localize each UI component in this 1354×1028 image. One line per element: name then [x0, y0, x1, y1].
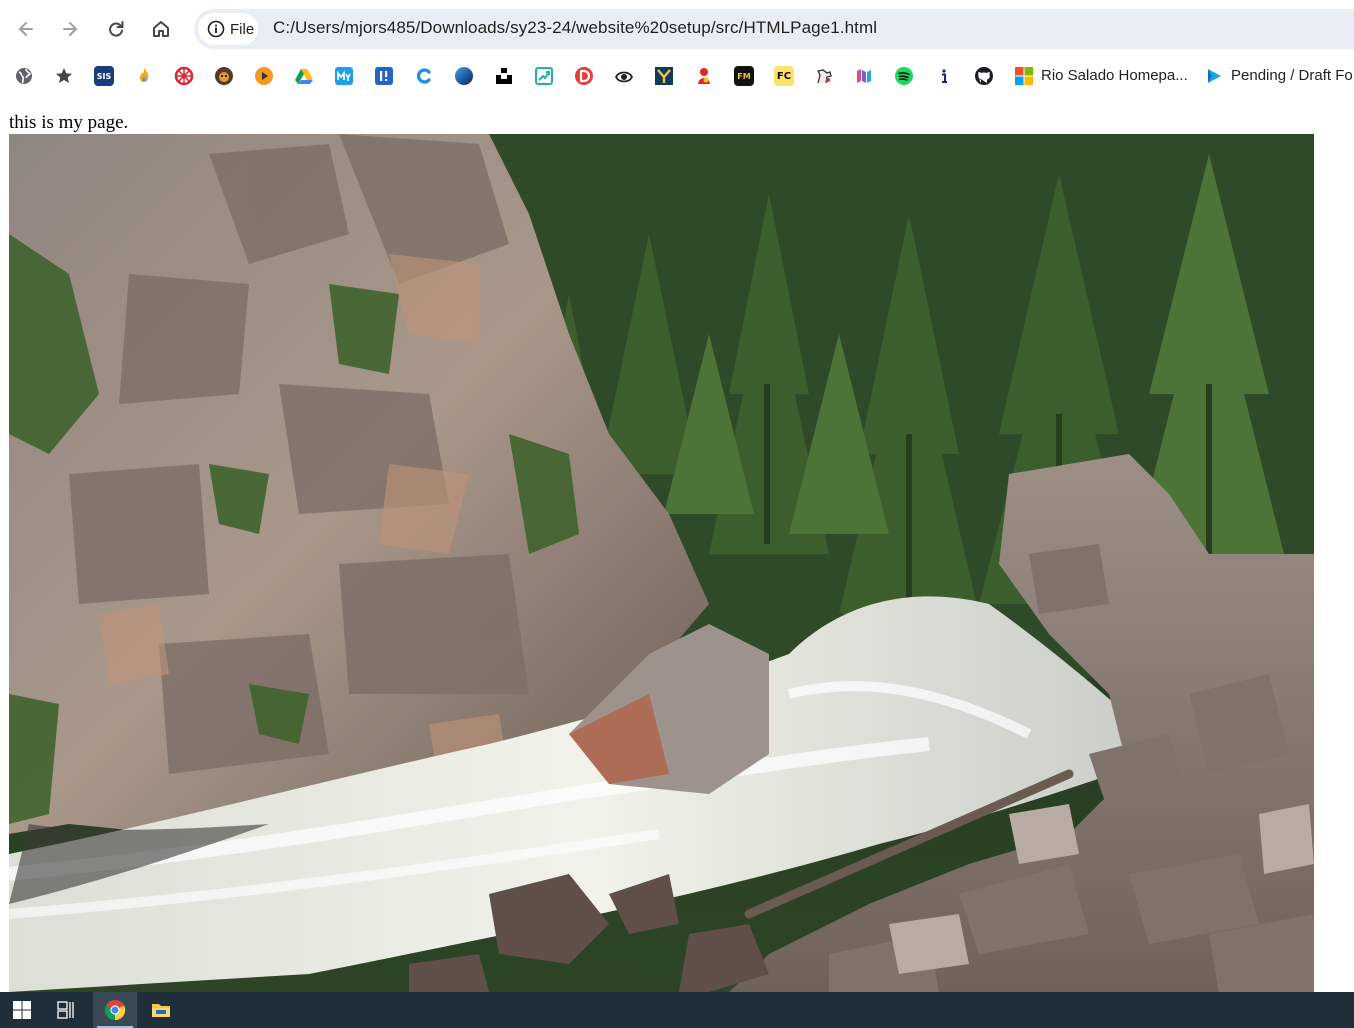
google-drive-icon: [295, 69, 313, 84]
horse-icon: [817, 69, 832, 84]
bookmark-info[interactable]: [933, 65, 955, 87]
bookmark-pending-label[interactable]: Pending / Draft Fo: [1231, 67, 1353, 84]
bookmark-y[interactable]: [653, 65, 675, 87]
bookmark-sis[interactable]: SIS: [93, 65, 115, 87]
my-icon: [335, 67, 353, 85]
dog-icon: [215, 67, 233, 85]
bookmark-dog[interactable]: [213, 65, 235, 87]
bookmark-unsplash[interactable]: [493, 65, 515, 87]
d-icon: [575, 67, 593, 85]
bookmark-rio-salado[interactable]: [1013, 65, 1035, 87]
reload-button[interactable]: [100, 13, 132, 45]
bookmark-d[interactable]: [573, 65, 595, 87]
star-icon: [56, 68, 72, 83]
bookmark-flame[interactable]: [133, 65, 155, 87]
taskbar-chrome[interactable]: [93, 992, 137, 1028]
bookmark-google-drive[interactable]: [293, 65, 315, 87]
bookmark-my[interactable]: [333, 65, 355, 87]
url-text[interactable]: C:/Users/mjors485/Downloads/sy23-24/webs…: [273, 18, 877, 38]
bookmark-rio-salado-label[interactable]: Rio Salado Homepa...: [1041, 67, 1188, 84]
bookmark-horse[interactable]: [813, 65, 835, 87]
bookmark-pending[interactable]: [1203, 65, 1225, 87]
bookmark-fc[interactable]: FC: [773, 65, 795, 87]
bookmark-blue-circle[interactable]: [453, 65, 475, 87]
pending-icon: [1208, 69, 1221, 83]
web-page: this is my page.: [0, 94, 1354, 992]
home-button[interactable]: [145, 13, 177, 45]
mountain-river-photo: [9, 134, 1314, 992]
address-bar[interactable]: File C:/Users/mjors485/Downloads/sy23-24…: [194, 9, 1354, 49]
page-text: this is my page.: [9, 112, 129, 133]
bookmarks-bar: SIS FM FC Rio Salado Homepa... Pending /…: [0, 58, 1354, 94]
windows-taskbar: [0, 992, 1354, 1028]
play-icon: [255, 67, 273, 85]
bookmark-spotify[interactable]: [893, 65, 915, 87]
bookmark-fm[interactable]: FM: [733, 65, 755, 87]
bookmark-i[interactable]: [373, 65, 395, 87]
bookmark-globe[interactable]: [13, 65, 35, 87]
blue-circle-icon: [455, 67, 473, 85]
reload-icon: [109, 21, 124, 37]
spotify-icon: [895, 67, 913, 85]
red-figure-icon: [698, 68, 710, 84]
bookmark-eye[interactable]: [613, 65, 635, 87]
taskbar-file-explorer[interactable]: [139, 992, 183, 1028]
bookmark-wheel[interactable]: [173, 65, 195, 87]
windows-start-icon: [13, 1001, 31, 1019]
bookmark-red-figure[interactable]: [693, 65, 715, 87]
forward-button[interactable]: [54, 13, 86, 45]
chart-icon: [535, 67, 553, 85]
task-view-button[interactable]: [44, 992, 88, 1028]
task-view-icon: [57, 1001, 74, 1019]
arrow-left-icon: [19, 22, 33, 36]
wheel-icon: [174, 66, 194, 86]
fm-icon: FM: [734, 66, 754, 86]
file-explorer-icon: [152, 1004, 170, 1017]
chrome-icon: [104, 1000, 126, 1021]
home-icon: [153, 21, 169, 37]
sis-icon: SIS: [94, 66, 114, 86]
github-icon: [975, 67, 993, 85]
fc-icon: FC: [774, 66, 794, 86]
browser-toolbar: File C:/Users/mjors485/Downloads/sy23-24…: [0, 0, 1354, 58]
bookmark-star[interactable]: [53, 65, 75, 87]
site-info-label: File: [230, 20, 255, 38]
c-icon: [417, 68, 431, 84]
m-icon: [857, 69, 871, 83]
eye-icon: [614, 71, 634, 83]
info-icon: [207, 20, 225, 38]
bookmark-m[interactable]: [853, 65, 875, 87]
bookmark-github[interactable]: [973, 65, 995, 87]
back-button[interactable]: [10, 13, 42, 45]
arrow-right-icon: [63, 22, 77, 36]
globe-icon: [16, 68, 32, 84]
site-info-chip[interactable]: File: [198, 13, 258, 45]
bookmark-play[interactable]: [253, 65, 275, 87]
microsoft-icon: [1015, 67, 1033, 85]
flame-icon: [139, 68, 149, 82]
bookmark-c[interactable]: [413, 65, 435, 87]
i-icon: [375, 67, 393, 85]
info-icon: [942, 69, 947, 83]
unsplash-icon: [496, 68, 512, 84]
start-button[interactable]: [0, 992, 44, 1028]
bookmark-chart[interactable]: [533, 65, 555, 87]
y-icon: [655, 67, 673, 85]
